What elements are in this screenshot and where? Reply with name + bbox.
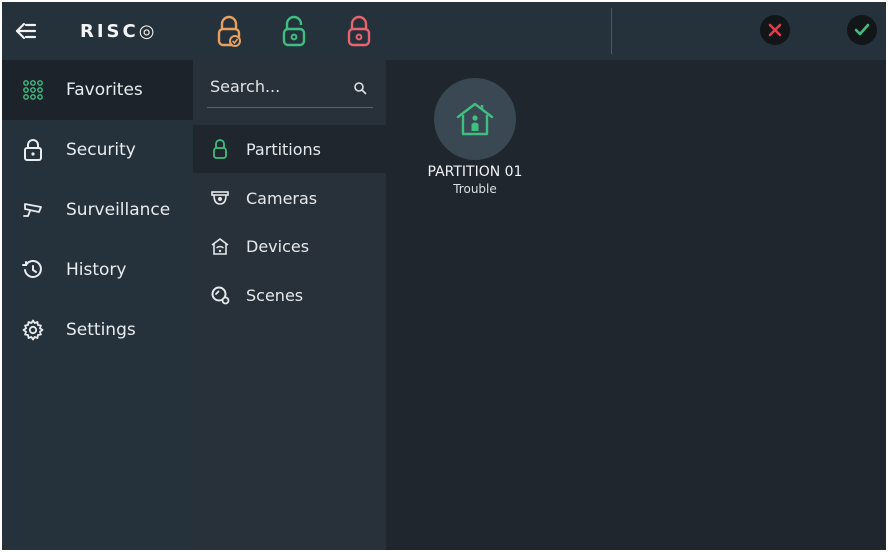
search-placeholder: Search... — [210, 77, 281, 96]
armed-stay-lock-icon — [217, 15, 241, 47]
sidebar-item-label: History — [66, 260, 127, 280]
sidebar-item-surveillance[interactable]: Surveillance — [2, 180, 193, 240]
check-icon — [854, 23, 870, 36]
back-arrow-icon — [15, 22, 37, 40]
partition-status: Trouble — [453, 182, 497, 196]
back-button[interactable] — [10, 16, 42, 46]
partition-tile[interactable]: PARTITION 01 Trouble — [416, 78, 534, 208]
sidebar-item-label: Surveillance — [66, 200, 171, 220]
lock-icon — [20, 137, 46, 163]
search-icon — [353, 80, 369, 96]
locked-lock-icon — [347, 15, 371, 47]
cancel-button[interactable] — [760, 15, 790, 45]
confirm-button[interactable] — [847, 15, 877, 45]
partition-name: PARTITION 01 — [427, 164, 523, 180]
favorites-content: PARTITION 01 Trouble — [386, 60, 886, 550]
category-item-label: Devices — [246, 236, 310, 256]
unlocked-lock-icon — [282, 15, 306, 47]
category-item-devices[interactable]: Devices — [193, 222, 386, 270]
close-icon — [768, 23, 782, 37]
sidebar-item-settings[interactable]: Settings — [2, 300, 193, 360]
scene-icon — [209, 284, 231, 306]
category-item-label: Partitions — [246, 139, 322, 159]
arm-stay-button[interactable] — [212, 12, 246, 50]
gear-icon — [20, 317, 46, 343]
main-sidebar: Favorites Security Surveillance History … — [2, 60, 193, 550]
sidebar-item-label: Settings — [66, 320, 136, 340]
category-item-label: Cameras — [246, 188, 318, 208]
history-icon — [20, 257, 46, 283]
sidebar-item-label: Security — [66, 140, 136, 160]
sidebar-item-favorites[interactable]: Favorites — [2, 60, 193, 120]
top-bar: RISC◎ — [2, 2, 886, 60]
house-person-icon — [456, 102, 494, 136]
lock-icon — [209, 138, 231, 160]
grid-icon — [20, 77, 46, 103]
disarm-button[interactable] — [277, 12, 311, 50]
sidebar-item-security[interactable]: Security — [2, 120, 193, 180]
search-input[interactable]: Search... — [207, 68, 373, 108]
toolbar-divider — [611, 8, 612, 54]
dome-camera-icon — [209, 187, 231, 209]
sidebar-item-history[interactable]: History — [2, 240, 193, 300]
category-item-scenes[interactable]: Scenes — [193, 271, 386, 319]
category-item-partitions[interactable]: Partitions — [193, 125, 386, 173]
category-item-cameras[interactable]: Cameras — [193, 174, 386, 222]
camera-icon — [20, 197, 46, 223]
category-item-label: Scenes — [246, 285, 304, 305]
app-window: RISC◎ Favorites Security Surveillance Hi… — [2, 2, 886, 550]
sidebar-item-label: Favorites — [66, 80, 143, 100]
risco-logo: RISC◎ — [80, 21, 158, 42]
partition-status-circle[interactable] — [434, 78, 516, 160]
arm-away-button[interactable] — [342, 12, 376, 50]
home-wifi-icon — [209, 235, 231, 257]
category-panel: Search... Partitions Cameras Devices Sce… — [193, 60, 386, 550]
